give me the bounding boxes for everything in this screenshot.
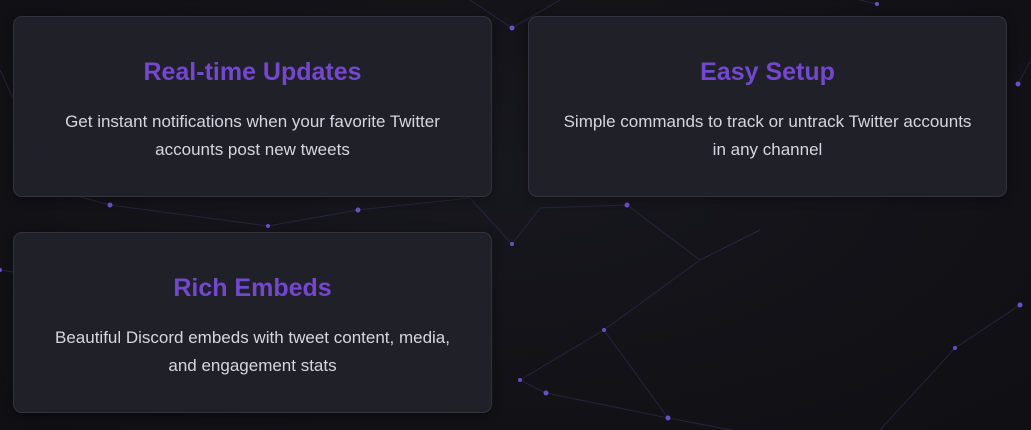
feature-card-title: Real-time Updates	[143, 58, 362, 86]
features-section: Real-time Updates Get instant notificati…	[0, 0, 1031, 430]
feature-card-rich-embeds: Rich Embeds Beautiful Discord embeds wit…	[13, 232, 492, 413]
feature-card-easy-setup: Easy Setup Simple commands to track or u…	[528, 16, 1007, 197]
feature-card-title: Easy Setup	[700, 58, 835, 86]
feature-card-description: Get instant notifications when your favo…	[65, 112, 440, 159]
feature-card-realtime-updates: Real-time Updates Get instant notificati…	[13, 16, 492, 197]
feature-card-description: Simple commands to track or untrack Twit…	[563, 112, 972, 159]
feature-card-title: Rich Embeds	[173, 274, 332, 302]
feature-card-description: Beautiful Discord embeds with tweet cont…	[55, 328, 450, 375]
